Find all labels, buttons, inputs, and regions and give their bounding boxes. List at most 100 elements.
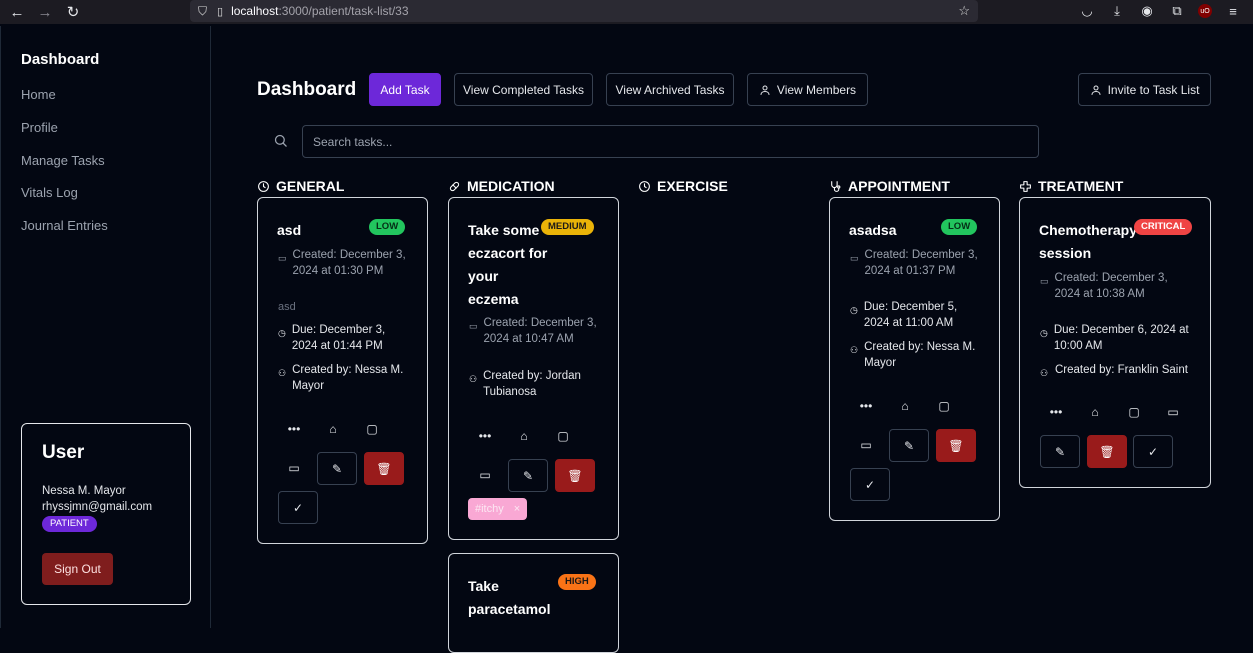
more-icon[interactable]: ••• [284,419,304,439]
task-title: asadsa [849,222,897,238]
comment-icon[interactable]: ▭ [856,435,876,455]
comment-icon[interactable]: ▭ [1163,402,1183,422]
created-by: ⚇ Created by: Jordan Tubianosa [469,368,604,400]
task-card-treatment-1[interactable]: Chemotherapy session CRITICAL ▭ Created: … [1019,197,1211,488]
add-comment-icon[interactable]: ▢ [1124,402,1144,422]
edit-icon: ✎ [1054,444,1066,459]
more-icon[interactable]: ••• [475,426,495,446]
created-by-text: Created by: Jordan Tubianosa [483,370,581,398]
add-task-button[interactable]: Add Task [369,73,441,106]
clock-icon: ◷ [1040,328,1048,338]
bookmark-star-icon[interactable]: ☆ [958,3,970,19]
complete-button[interactable]: ✓ [850,468,890,501]
check-circle-icon: ✓ [1147,444,1159,459]
role-badge: PATIENT [42,516,97,532]
browser-toolbar: ← → ↻ ⛉ ▯ localhost:3000/patient/task-li… [0,0,1253,24]
priority-badge: LOW [369,219,406,235]
delete-button[interactable]: 🗑 [936,429,976,462]
invite-to-task-list-button[interactable]: Invite to Task List [1078,73,1211,106]
add-comment-icon[interactable]: ▢ [553,426,573,446]
complete-button[interactable]: ✓ [1133,435,1173,468]
sidebar-title: Dashboard [21,51,100,68]
sign-out-button[interactable]: Sign Out [42,553,113,585]
sidebar-item-manage-tasks[interactable]: Manage Tasks [21,153,105,168]
tag-icon[interactable]: ⌂ [1085,402,1105,422]
view-archived-tasks-button[interactable]: View Archived Tasks [606,73,734,106]
pocket-icon[interactable]: ◡ [1078,2,1096,20]
page-title: Dashboard [257,79,357,100]
user-card: User Nessa M. Mayor rhyssjmn@gmail.com P… [21,423,191,605]
complete-button[interactable]: ✓ [278,491,318,524]
trash-icon: 🗑 [567,468,583,483]
delete-button[interactable]: 🗑 [1087,435,1127,468]
user-icon: ⚇ [469,374,478,384]
column-label: EXERCISE [657,178,728,194]
column-header-medication: MEDICATION [448,178,555,194]
delete-button[interactable]: 🗑 [555,459,595,492]
delete-button[interactable]: 🗑 [364,452,404,485]
tag-icon[interactable]: ⌂ [323,419,343,439]
edit-button[interactable]: ✎ [317,452,357,485]
task-card-medication-1[interactable]: Take some eczacort for your eczema MEDIU… [448,197,619,540]
column-header-appointment: APPOINTMENT [829,178,950,194]
task-tag[interactable]: #itchy × [468,498,528,520]
created-text: Created: December 3, 2024 at 01:30 PM [292,249,406,277]
user-icon: ⚇ [1040,368,1049,378]
tag-icon[interactable]: ⌂ [514,426,534,446]
task-title: Chemotherapy session [1039,222,1138,261]
more-icon[interactable]: ••• [1046,402,1066,422]
extensions-icon[interactable]: ⧉ [1168,2,1186,20]
remove-tag-icon[interactable]: × [514,503,520,515]
comment-icon[interactable]: ▭ [475,465,495,485]
page-icon: ▯ [217,5,224,18]
view-completed-tasks-button[interactable]: View Completed Tasks [454,73,593,106]
trash-icon: 🗑 [376,461,392,476]
created-by-text: Created by: Nessa M. Mayor [864,341,976,369]
invite-label: Invite to Task List [1107,82,1200,97]
edit-button[interactable]: ✎ [889,429,929,462]
column-label: GENERAL [276,178,345,194]
sidebar-item-profile[interactable]: Profile [21,120,58,135]
calendar-icon: ▭ [469,321,478,331]
created-by: ⚇ Created by: Franklin Saint [1040,362,1205,381]
menu-icon[interactable]: ≡ [1224,2,1242,20]
more-icon[interactable]: ••• [856,396,876,416]
task-card-general-1[interactable]: asd LOW ▭ Created: December 3, 2024 at 01… [257,197,428,544]
add-comment-icon[interactable]: ▢ [362,419,382,439]
comment-icon[interactable]: ▭ [284,458,304,478]
user-icon: ⚇ [278,368,287,378]
clock-icon [258,180,269,192]
clock-icon [639,180,650,192]
created-date: ▭ Created: December 3, 2024 at 10:38 AM [1040,270,1175,302]
forward-icon[interactable]: → [34,1,56,23]
account-icon[interactable]: ◉ [1138,2,1156,20]
reload-icon[interactable]: ↻ [62,1,84,23]
task-card-medication-2[interactable]: Take paracetamol HIGH [448,553,619,653]
ublock-icon[interactable]: uO [1198,4,1212,18]
edit-button[interactable]: ✎ [508,459,548,492]
download-icon[interactable]: ⤓ [1108,2,1126,20]
search-icon [273,133,288,153]
clock-icon: ◷ [278,328,286,338]
column-label: TREATMENT [1038,178,1124,194]
edit-button[interactable]: ✎ [1040,435,1080,468]
due-text: Due: December 3, 2024 at 01:44 PM [291,324,386,352]
task-card-appointment-1[interactable]: asadsa LOW ▭ Created: December 3, 2024 at… [829,197,1000,521]
priority-badge: CRITICAL [1134,219,1193,235]
created-by: ⚇ Created by: Nessa M. Mayor [850,339,985,371]
add-comment-icon[interactable]: ▢ [934,396,954,416]
tag-icon[interactable]: ⌂ [895,396,915,416]
search-input[interactable] [302,125,1039,158]
sidebar-item-vitals-log[interactable]: Vitals Log [21,185,78,200]
sidebar-item-home[interactable]: Home [21,87,56,102]
user-card-title: User [42,442,85,463]
address-bar[interactable]: ⛉ ▯ localhost:3000/patient/task-list/33 … [190,0,978,22]
priority-badge: MEDIUM [541,219,594,235]
back-icon[interactable]: ← [6,1,28,23]
view-members-button[interactable]: View Members [747,73,868,106]
user-email: rhyssjmn@gmail.com [42,501,153,513]
created-by-text: Created by: Franklin Saint [1055,364,1188,376]
user-name: Nessa M. Mayor [42,485,126,497]
calendar-icon: ▭ [278,253,287,263]
sidebar-item-journal-entries[interactable]: Journal Entries [21,218,108,233]
